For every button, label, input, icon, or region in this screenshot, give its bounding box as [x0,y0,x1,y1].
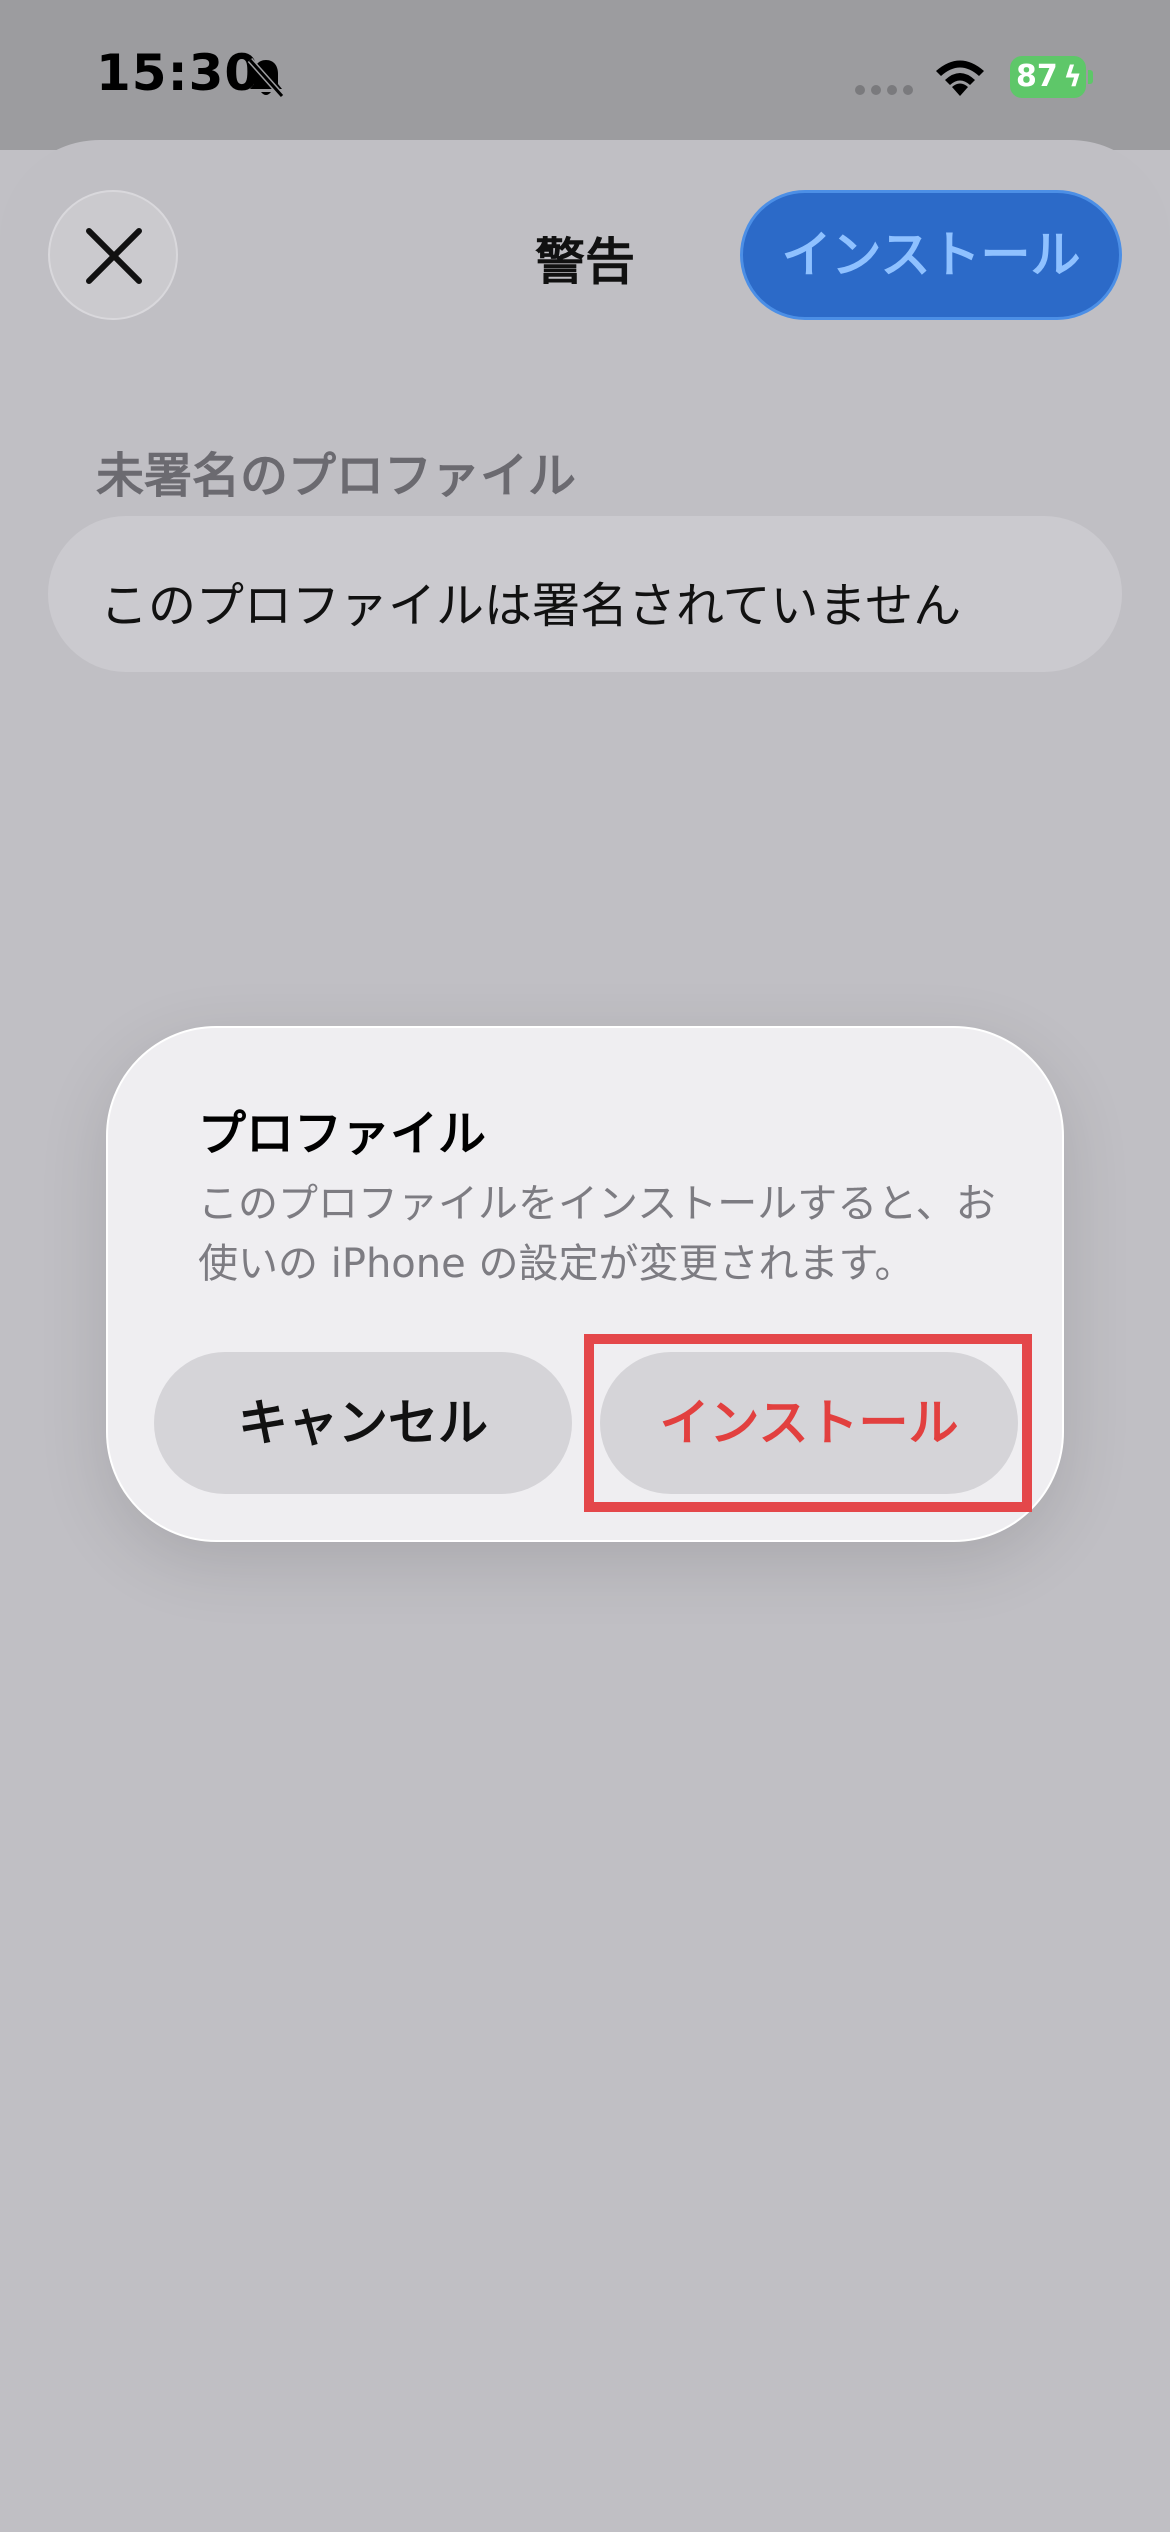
alert-message: このプロファイルをインストールすると、お使いの iPhone の設定が変更されま… [198,1181,996,1287]
install-confirm-button[interactable]: インストール [600,1352,1018,1494]
profile-status-text: このプロファイルは署名されていません [100,578,962,634]
battery-level: 87 [1016,59,1058,94]
profile-status-row: このプロファイルは署名されていません [48,516,1122,672]
battery-indicator: 87 ϟ [1010,56,1086,98]
alert-title: プロファイル [198,1106,487,1162]
install-button-top[interactable]: インストール [740,190,1122,320]
cancel-button[interactable]: キャンセル [154,1352,572,1494]
bell-slash-icon [247,58,285,98]
status-time: 15:30 [96,44,261,102]
wifi-icon [936,60,984,96]
signal-icon [855,85,913,95]
status-bar: 15:30 87 ϟ [0,0,1170,150]
battery-charging-icon: ϟ [1063,60,1082,93]
battery-cap [1088,70,1093,84]
install-alert-dialog: プロファイル このプロファイルをインストールすると、お使いの iPhone の設… [106,1026,1064,1542]
section-header: 未署名のプロファイル [96,448,577,504]
